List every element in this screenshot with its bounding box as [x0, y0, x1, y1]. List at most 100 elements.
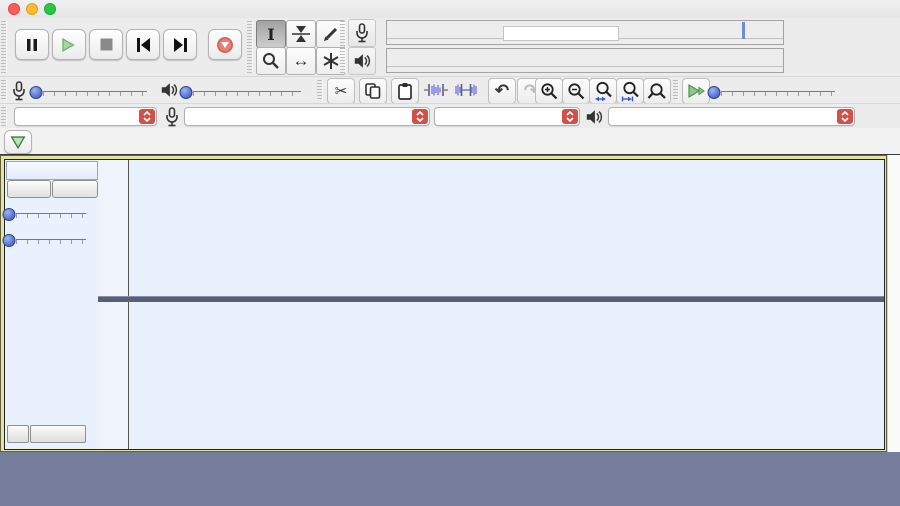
slider-thumb[interactable] [707, 86, 721, 99]
edit-toolbar-grip[interactable] [317, 80, 323, 101]
playback-meter-scale[interactable] [386, 48, 784, 73]
audio-host-select[interactable] [14, 107, 157, 126]
tools-toolbar-grip[interactable] [247, 21, 253, 73]
speaker-icon [161, 83, 178, 97]
zoom-tool-button[interactable] [256, 47, 286, 75]
microphone-icon [166, 107, 178, 127]
zoom-toggle-button[interactable] [643, 78, 671, 104]
track-close-button[interactable] [9, 162, 21, 177]
mixer-toolbar-grip[interactable] [1, 80, 7, 101]
collapse-track-button[interactable] [7, 425, 29, 443]
speaker-icon [586, 110, 603, 124]
copy-icon [365, 83, 381, 99]
select-track-button[interactable] [30, 425, 86, 443]
undo-button[interactable]: ↶ [488, 78, 516, 104]
transport-toolbar-grip[interactable] [1, 21, 7, 73]
microphone-icon [13, 81, 25, 101]
device-toolbar [0, 103, 900, 129]
play-at-speed-toolbar-grip[interactable] [673, 80, 679, 101]
recording-meter-scale[interactable] [386, 20, 784, 45]
titlebar [0, 0, 900, 18]
zoom-window-button[interactable] [44, 3, 56, 15]
speaker-icon [354, 54, 371, 68]
ibeam-icon: I [267, 24, 275, 44]
zoom-in-button[interactable] [535, 78, 563, 104]
zoom-selection-button[interactable] [589, 78, 617, 104]
pan-slider[interactable] [2, 226, 93, 250]
track-vertical-ruler[interactable] [98, 160, 129, 449]
mute-button[interactable] [7, 180, 51, 198]
select-stepper-icon [139, 109, 155, 124]
play-button[interactable] [52, 29, 86, 60]
pencil-icon [324, 27, 338, 41]
zoom-project-button[interactable] [616, 78, 644, 104]
play-at-speed-button[interactable] [682, 78, 710, 104]
copy-button[interactable] [359, 78, 387, 104]
zoom-out-button[interactable] [562, 78, 590, 104]
skip-to-end-icon [173, 37, 187, 52]
slider-thumb[interactable] [2, 208, 16, 221]
track-focus-border [0, 155, 887, 452]
stop-button[interactable] [89, 29, 123, 60]
left-right-arrow-icon: ↔ [292, 51, 310, 70]
selection-tool-button[interactable]: I [256, 20, 286, 48]
track-header [6, 161, 98, 180]
timeline [0, 128, 900, 155]
close-window-button[interactable] [8, 3, 20, 15]
pause-icon [27, 38, 37, 51]
cut-button[interactable]: ✂ [327, 78, 355, 104]
playback-device-select[interactable] [608, 107, 855, 126]
undo-icon: ↶ [494, 81, 510, 100]
recording-level-slider[interactable] [29, 78, 154, 102]
recording-meter-mic-button[interactable] [348, 19, 376, 47]
trim-icon [424, 84, 448, 96]
slider-thumb[interactable] [29, 86, 43, 99]
select-stepper-icon [412, 109, 428, 124]
device-toolbar-grip[interactable] [1, 107, 7, 126]
trim-outside-selection-button[interactable] [423, 78, 449, 102]
envelope-icon [292, 26, 310, 42]
audacity-window: I ↔ ✂ ↶ ↷ [0, 0, 900, 506]
workspace-background [0, 452, 900, 506]
paste-button[interactable] [391, 78, 419, 104]
magnifier-icon [263, 53, 279, 69]
stop-icon [100, 38, 112, 51]
timeline-ruler[interactable] [0, 128, 900, 154]
record-button[interactable] [208, 29, 242, 60]
toolbar-row-2: ✂ ↶ ↷ [0, 76, 900, 104]
waveform-canvas[interactable] [129, 160, 884, 447]
slider-thumb[interactable] [2, 234, 16, 247]
play-at-speed-icon [687, 83, 705, 99]
playback-meter [346, 46, 784, 75]
minimize-window-button[interactable] [26, 3, 38, 15]
gain-slider[interactable] [2, 200, 93, 224]
playback-meter-channel-labels [377, 47, 385, 73]
zoom-project-icon [621, 81, 639, 101]
time-shift-tool-button[interactable]: ↔ [286, 47, 316, 75]
select-stepper-icon [837, 109, 853, 124]
envelope-tool-button[interactable] [286, 20, 316, 48]
microphone-icon [356, 23, 368, 43]
skip-to-end-button[interactable] [163, 29, 197, 60]
play-icon [62, 37, 75, 52]
play-speed-slider[interactable] [707, 78, 842, 102]
monitor-prompt[interactable] [503, 26, 619, 41]
audio-track [2, 159, 885, 450]
skip-to-start-button[interactable] [126, 29, 160, 60]
recording-meter-channel-labels [377, 19, 385, 45]
meter-divider-line [387, 66, 783, 67]
silence-selection-button[interactable] [453, 78, 479, 102]
select-stepper-icon [562, 109, 578, 124]
channel-divider [98, 296, 884, 302]
playback-volume-slider[interactable] [179, 78, 308, 102]
recording-channels-select[interactable] [434, 107, 580, 126]
playback-meter-speaker-button[interactable] [348, 47, 376, 75]
slider-thumb[interactable] [179, 86, 193, 99]
paste-icon [398, 83, 412, 100]
recording-device-select[interactable] [184, 107, 430, 126]
vertical-scrollbar-track[interactable] [887, 155, 900, 452]
skip-to-start-icon [136, 37, 150, 52]
solo-button[interactable] [52, 180, 98, 198]
recording-meter-cursor [742, 22, 745, 39]
pause-button[interactable] [15, 29, 49, 60]
